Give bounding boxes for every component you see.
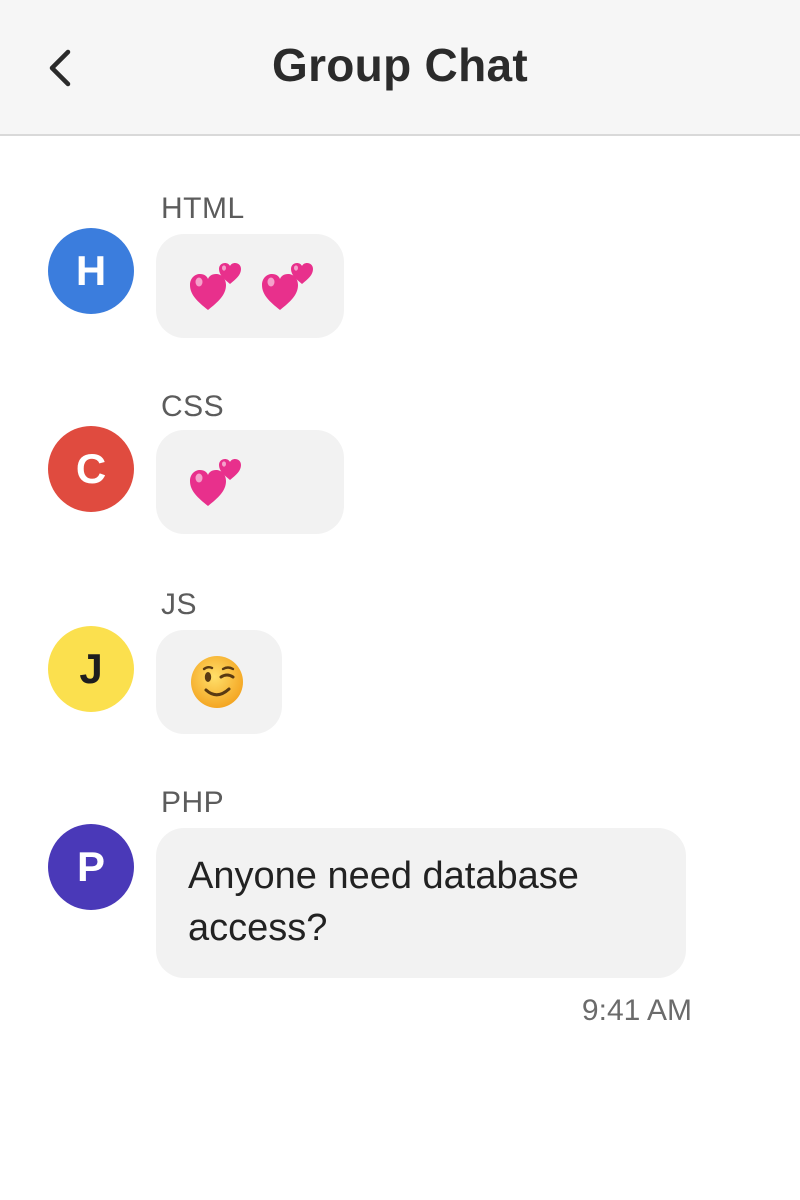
sender-name: PHP [161, 786, 225, 819]
message-bubble[interactable]: Anyone need database access? [156, 828, 686, 978]
sender-name: CSS [161, 390, 225, 423]
message-text: Anyone need database access? [188, 855, 579, 949]
sender-name: JS [161, 588, 198, 621]
emoji-row [156, 258, 318, 314]
two-hearts-emoji [262, 263, 313, 310]
avatar-letter: C [75, 445, 107, 492]
avatar-letter: P [76, 843, 105, 890]
message-bubble[interactable] [156, 630, 282, 734]
emoji-row [156, 454, 246, 510]
message-bubble[interactable] [156, 430, 344, 534]
avatar-letter: J [79, 645, 103, 692]
avatar[interactable]: H [48, 228, 134, 314]
chat-screen: Group Chat HTML H CSS C JS J PHP P Anyon… [0, 0, 800, 1200]
message-bubble[interactable] [156, 234, 344, 338]
two-hearts-emoji [190, 263, 241, 310]
avatar[interactable]: P [48, 824, 134, 910]
avatar[interactable]: J [48, 626, 134, 712]
emoji-row [156, 654, 246, 710]
avatar-letter: H [75, 247, 107, 294]
winking-face-emoji [191, 656, 243, 708]
two-hearts-emoji [190, 459, 241, 506]
avatar[interactable]: C [48, 426, 134, 512]
chat-header: Group Chat [0, 0, 800, 136]
message-timestamp: 9:41 AM [581, 994, 692, 1027]
sender-name: HTML [161, 192, 245, 225]
page-title: Group Chat [272, 39, 528, 91]
